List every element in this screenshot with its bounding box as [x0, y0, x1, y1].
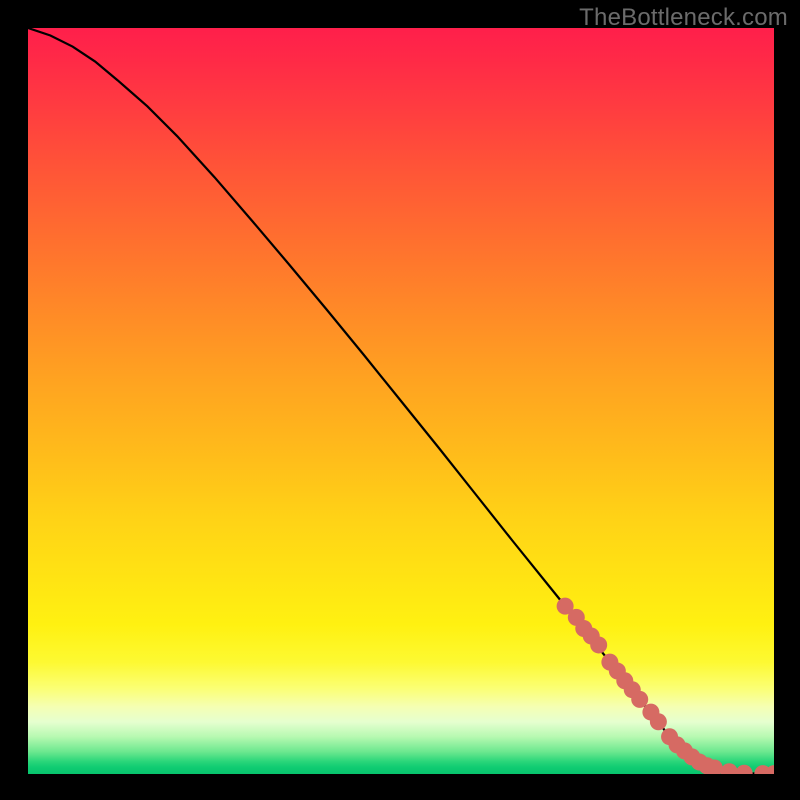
marker-group [557, 598, 774, 774]
chart-overlay [28, 28, 774, 774]
plot-area [28, 28, 774, 774]
curve-marker [631, 691, 648, 708]
curve-marker [736, 765, 753, 774]
curve-marker [590, 636, 607, 653]
curve-marker [721, 763, 738, 774]
bottleneck-curve [28, 28, 774, 774]
chart-stage: TheBottleneck.com [0, 0, 800, 800]
curve-marker [650, 713, 667, 730]
watermark-text: TheBottleneck.com [579, 4, 788, 32]
